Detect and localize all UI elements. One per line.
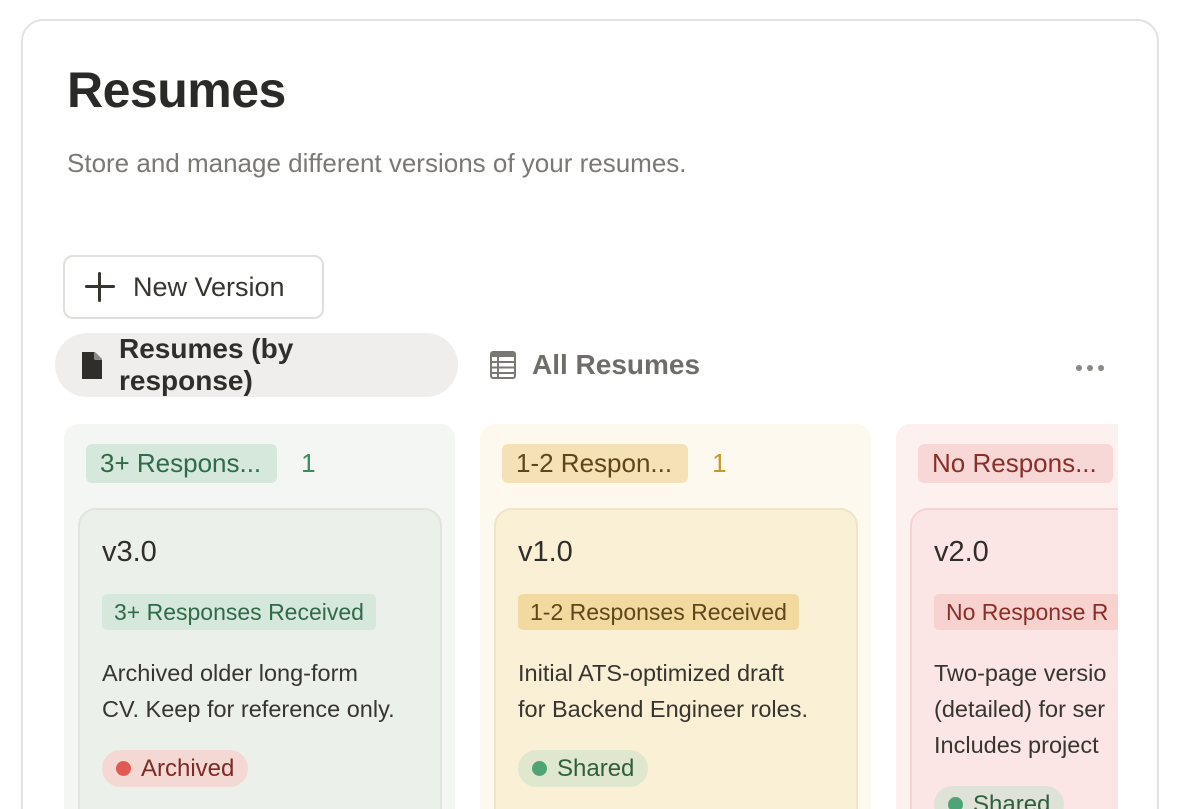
tab-label: All Resumes bbox=[532, 349, 701, 380]
board-view: 3+ Respons... 1 v3.0 3+ Responses Receiv… bbox=[64, 424, 1118, 809]
resume-card-v3[interactable]: v3.0 3+ Responses Received Archived olde… bbox=[78, 508, 442, 809]
status-badge-label: Archived bbox=[141, 754, 235, 782]
column-count: 1 bbox=[301, 448, 316, 478]
card-description-line: CV. Keep for reference only. bbox=[102, 696, 395, 722]
resume-card-v1[interactable]: v1.0 1-2 Responses Received Initial ATS-… bbox=[494, 508, 858, 809]
shared-dot-icon bbox=[532, 761, 547, 776]
status-badge: Archived bbox=[102, 750, 249, 787]
card-description-line: (detailed) for ser bbox=[934, 696, 1106, 722]
response-status-tag: 3+ Responses Received bbox=[102, 594, 376, 630]
card-description: Initial ATS-optimized draft for Backend … bbox=[518, 655, 853, 727]
column-count: 1 bbox=[712, 448, 727, 478]
card-title: v2.0 bbox=[934, 536, 989, 568]
resume-card-v2[interactable]: v2.0 No Response R Two-page versio (deta… bbox=[910, 508, 1118, 809]
more-options-icon[interactable] bbox=[1076, 365, 1104, 371]
board-column-3plus: 3+ Respons... 1 v3.0 3+ Responses Receiv… bbox=[64, 424, 455, 809]
card-description-line: Initial ATS-optimized draft bbox=[518, 660, 785, 686]
resumes-database-panel: Resumes Store and manage different versi… bbox=[21, 19, 1159, 809]
tab-all-resumes[interactable]: All Resumes bbox=[464, 333, 724, 397]
archived-dot-icon bbox=[116, 761, 131, 776]
column-group-tag[interactable]: 3+ Respons... bbox=[86, 444, 278, 483]
card-title: v3.0 bbox=[102, 536, 157, 568]
card-description-line: Archived older long-form bbox=[102, 660, 358, 686]
plus-icon bbox=[85, 272, 115, 302]
table-list-icon bbox=[490, 351, 516, 379]
card-description-line: for Backend Engineer roles. bbox=[518, 696, 808, 722]
column-group-tag[interactable]: No Respons... bbox=[918, 444, 1113, 483]
card-description-line: Two-page versio bbox=[934, 660, 1107, 686]
view-tabs: Resumes (by response) All Resumes bbox=[55, 333, 724, 397]
response-status-tag: 1-2 Responses Received bbox=[518, 594, 799, 630]
tab-label: Resumes (by response) bbox=[119, 333, 294, 396]
column-header: No Respons... bbox=[918, 444, 1113, 483]
tab-resumes-by-response[interactable]: Resumes (by response) bbox=[55, 333, 458, 397]
status-badge: Shared bbox=[934, 786, 1065, 809]
status-badge-label: Shared bbox=[973, 790, 1051, 809]
page-subtitle: Store and manage different versions of y… bbox=[67, 148, 687, 178]
new-version-button[interactable]: New Version bbox=[63, 255, 324, 319]
column-header: 1-2 Respon... 1 bbox=[502, 444, 727, 483]
column-group-tag[interactable]: 1-2 Respon... bbox=[502, 444, 689, 483]
shared-dot-icon bbox=[948, 797, 963, 809]
new-version-label: New Version bbox=[133, 271, 285, 302]
status-badge: Shared bbox=[518, 750, 649, 787]
column-header: 3+ Respons... 1 bbox=[86, 444, 316, 483]
board-column-no-response: No Respons... v2.0 No Response R Two-pag… bbox=[896, 424, 1118, 809]
card-description: Archived older long-form CV. Keep for re… bbox=[102, 655, 437, 727]
page-title: Resumes bbox=[67, 62, 286, 118]
response-status-tag: No Response R bbox=[934, 594, 1118, 630]
card-title: v1.0 bbox=[518, 536, 573, 568]
document-icon bbox=[81, 351, 103, 380]
card-description-line: Includes project bbox=[934, 732, 1099, 758]
board-column-1-2: 1-2 Respon... 1 v1.0 1-2 Responses Recei… bbox=[480, 424, 871, 809]
card-description: Two-page versio (detailed) for ser Inclu… bbox=[934, 655, 1118, 763]
status-badge-label: Shared bbox=[557, 754, 635, 782]
